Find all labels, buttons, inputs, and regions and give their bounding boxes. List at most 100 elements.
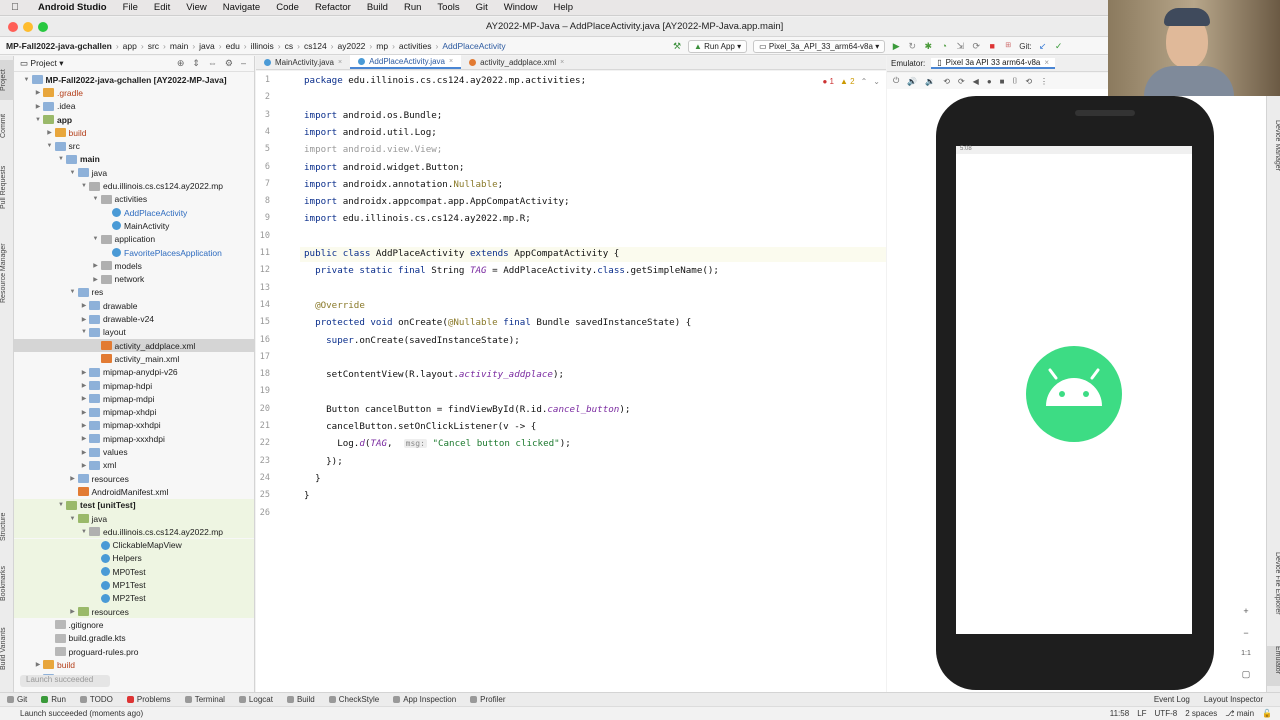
tool-resource-manager[interactable]: Resource Manager — [0, 228, 14, 318]
editor-tab[interactable]: activity_addplace.xml × — [461, 55, 572, 69]
breadcrumb-edu[interactable]: edu — [226, 41, 240, 51]
breadcrumb-src[interactable]: src — [148, 41, 159, 51]
close-tab-icon[interactable]: × — [1044, 58, 1049, 67]
chevron-down-icon[interactable]: ▼ — [56, 502, 66, 508]
chevron-down-icon[interactable]: ▼ — [68, 170, 78, 176]
chevron-right-icon[interactable]: ▶ — [79, 302, 89, 309]
close-tab-icon[interactable]: × — [449, 58, 453, 65]
indent-setting[interactable]: 2 spaces — [1185, 709, 1217, 718]
code-line[interactable]: import edu.illinois.cs.cs124.ay2022.mp.R… — [304, 213, 531, 224]
breadcrumb-app[interactable]: app — [123, 41, 137, 51]
collapse-all-icon[interactable]: ⇕ — [192, 58, 200, 69]
editor-tab[interactable]: MainActivity.java × — [256, 55, 350, 69]
code-line[interactable]: import android.os.Bundle; — [304, 110, 442, 121]
code-line[interactable]: super.onCreate(savedInstanceState); — [304, 335, 520, 346]
tree-item[interactable]: ▶ xml — [14, 459, 254, 472]
git-commit-icon[interactable]: ✓ — [1054, 41, 1064, 51]
tree-item[interactable]: ▼ activities — [14, 193, 254, 206]
breadcrumb-java[interactable]: java — [199, 41, 215, 51]
tree-item[interactable]: ▼ java — [14, 511, 254, 526]
code-line[interactable]: }); — [304, 456, 343, 467]
emulator-device-tab[interactable]: ▯ Pixel 3a API 33 arm64-v8a × — [931, 58, 1056, 69]
menu-edit[interactable]: Edit — [146, 2, 178, 13]
caret-position[interactable]: 11:58 — [1110, 709, 1129, 718]
code-line[interactable]: import android.widget.Button; — [304, 162, 464, 173]
chevron-down-icon[interactable]: ▼ — [91, 196, 101, 202]
tree-item[interactable]: ▶ build — [14, 126, 254, 139]
launch-balloon[interactable]: Launch succeeded — [20, 675, 110, 687]
tree-item[interactable]: ▶ mipmap-anydpi-v26 — [14, 366, 254, 379]
file-encoding[interactable]: UTF-8 — [1155, 709, 1178, 718]
run-icon[interactable]: ▶ — [891, 41, 901, 51]
zoom-fit-icon[interactable]: ▢ — [1242, 669, 1251, 680]
expand-all-icon[interactable]: ⇔ — [208, 58, 217, 69]
tool-device-file-explorer[interactable]: Device File Explorer — [1267, 552, 1280, 638]
traffic-lights[interactable] — [8, 22, 48, 32]
chevron-down-icon[interactable]: ▼ — [56, 156, 66, 162]
breadcrumb-mp[interactable]: mp — [376, 41, 388, 51]
bottom-tool-app-inspection[interactable]: App Inspection — [386, 695, 463, 704]
tree-item[interactable]: activity_main.xml — [14, 352, 254, 365]
code-line[interactable]: @Override — [304, 300, 365, 311]
tree-item[interactable]: ▶ .gradle — [14, 86, 254, 99]
tool-commit[interactable]: Commit — [0, 106, 14, 146]
tree-item[interactable]: ▼ layout — [14, 326, 254, 339]
tool-structure[interactable]: Structure — [0, 502, 14, 552]
menu-window[interactable]: Window — [496, 2, 546, 13]
tree-item[interactable]: ▶ mipmap-mdpi — [14, 392, 254, 405]
home-icon[interactable]: ● — [987, 77, 992, 86]
chevron-right-icon[interactable]: ▶ — [79, 395, 89, 402]
bottom-tool-event-log[interactable]: Event Log — [1147, 695, 1197, 704]
chevron-right-icon[interactable]: ▶ — [79, 422, 89, 429]
volume-up-icon[interactable]: 🔊 — [907, 77, 917, 86]
code-line[interactable]: Log.d(TAG, msg: "Cancel button clicked")… — [304, 438, 571, 449]
bottom-tool-layout-inspector[interactable]: Layout Inspector — [1197, 695, 1270, 704]
chevron-right-icon[interactable]: ▶ — [79, 316, 89, 323]
menu-help[interactable]: Help — [546, 2, 582, 13]
git-update-icon[interactable]: ↙ — [1038, 41, 1048, 51]
locate-icon[interactable]: ⊕ — [177, 58, 185, 69]
breadcrumb-ay2022[interactable]: ay2022 — [338, 41, 366, 51]
inspection-widget[interactable]: ● 1 ▲ 2 ⌃ ⌄ — [822, 77, 880, 86]
tree-item[interactable]: ▶ network — [14, 273, 254, 286]
breadcrumb-activities[interactable]: activities — [399, 41, 432, 51]
tree-item[interactable]: ▶ mipmap-xxxhdpi — [14, 432, 254, 445]
tree-item[interactable]: ▼ edu.illinois.cs.cs124.ay2022.mp — [14, 525, 254, 539]
chevron-right-icon[interactable]: ▶ — [33, 661, 43, 668]
menu-code[interactable]: Code — [268, 2, 307, 13]
code-line[interactable]: private static final String TAG = AddPla… — [304, 265, 719, 276]
chevron-right-icon[interactable]: ▶ — [79, 382, 89, 389]
menu-tools[interactable]: Tools — [429, 2, 467, 13]
menu-git[interactable]: Git — [468, 2, 496, 13]
code-line[interactable]: import android.view.View; — [304, 144, 442, 155]
tool-build-variants[interactable]: Build Variants — [0, 616, 14, 682]
chevron-down-icon[interactable]: ▼ — [79, 329, 89, 335]
screenshot-icon[interactable]: ⌷ — [1013, 76, 1018, 86]
tree-item[interactable]: ▼ application — [14, 233, 254, 246]
sync-icon[interactable]: ⊞ — [1003, 41, 1013, 51]
tool-emulator[interactable]: Emulator — [1267, 646, 1280, 686]
warning-count[interactable]: ▲ 2 — [840, 77, 855, 86]
tool-pull-requests[interactable]: Pull Requests — [0, 152, 14, 222]
rerun-icon[interactable]: ↻ — [907, 41, 917, 51]
project-view-select[interactable]: ▭ Project ▾ — [20, 58, 64, 69]
tree-item[interactable]: ClickableMapView — [14, 538, 254, 552]
stop-icon[interactable]: ■ — [987, 41, 997, 51]
code-line[interactable]: } — [304, 473, 321, 484]
tree-item[interactable]: ▶ drawable-v24 — [14, 312, 254, 325]
bottom-tool-build[interactable]: Build — [280, 695, 322, 704]
tree-item[interactable]: ▼ java — [14, 166, 254, 179]
chevron-down-icon[interactable]: ▼ — [79, 529, 89, 535]
zoom-in-icon[interactable]: + — [1243, 606, 1248, 616]
chevron-down-icon[interactable]: ▼ — [68, 516, 78, 522]
tree-item[interactable]: .gitignore — [14, 618, 254, 631]
code-line[interactable]: import androidx.annotation.Nullable; — [304, 179, 503, 190]
tree-item[interactable]: ▶ build — [14, 658, 254, 671]
debug-icon[interactable]: ✱ — [923, 41, 933, 51]
code-line[interactable]: } — [304, 490, 310, 501]
code-line[interactable]: package edu.illinois.cs.cs124.ay2022.mp.… — [304, 75, 586, 86]
attach-debugger-icon[interactable]: ⇲ — [955, 41, 965, 51]
tree-item[interactable]: ▼ main — [14, 153, 254, 166]
profile-icon[interactable]: ◔ — [939, 41, 949, 51]
git-branch[interactable]: ⎇ main — [1225, 709, 1254, 718]
